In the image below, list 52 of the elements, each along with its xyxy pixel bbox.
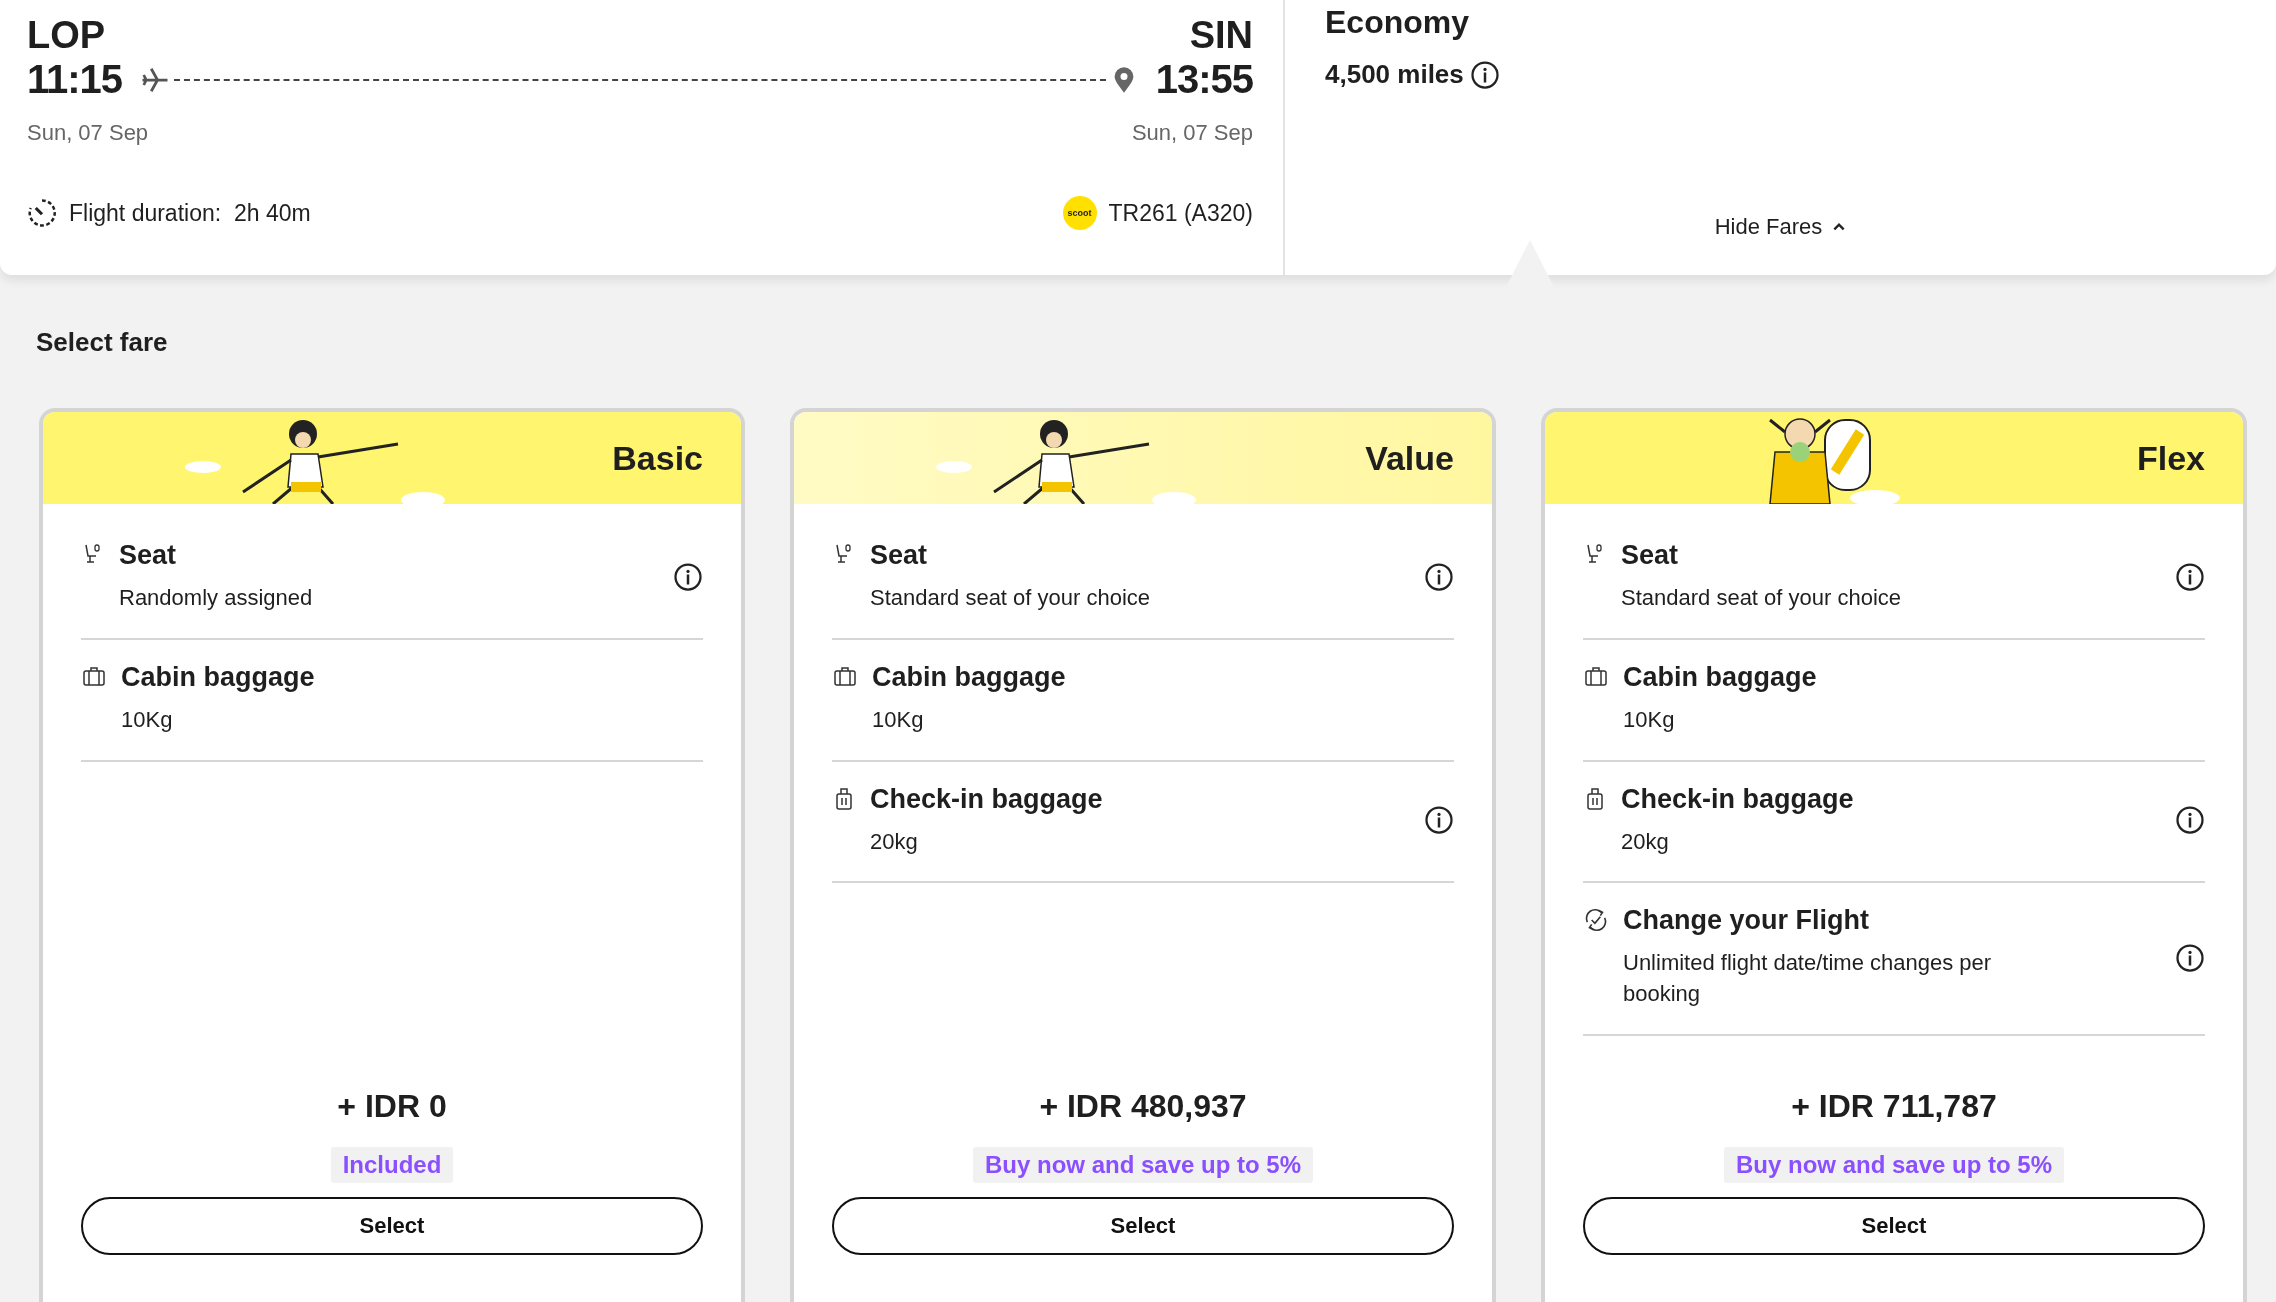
- feature-title: Seat: [119, 540, 177, 571]
- feature-detail: 20kg: [870, 827, 919, 856]
- timer-icon: [27, 198, 57, 228]
- feature-detail: 10Kg: [121, 705, 174, 734]
- info-icon[interactable]: [1424, 805, 1454, 836]
- feature-detail: Standard seat of your choice: [1621, 584, 1903, 612]
- feature-detail: 10Kg: [1623, 705, 1676, 734]
- info-icon[interactable]: [1469, 59, 1500, 90]
- departure-time: 11:15: [27, 57, 123, 102]
- feature-detail: 20kg: [1621, 827, 1670, 856]
- fare-name: Value: [1365, 438, 1454, 478]
- feature-detail: Standard seat of your choice: [870, 584, 1152, 612]
- feature-title: Cabin baggage: [1623, 661, 1817, 693]
- destination-code: SIN: [1189, 14, 1253, 57]
- feature-detail: Randomly assigned: [119, 584, 314, 612]
- fare-note: Included: [330, 1147, 454, 1183]
- departure-date: Sun, 07 Sep: [27, 120, 149, 146]
- select-button[interactable]: Select: [1583, 1197, 2205, 1255]
- info-icon[interactable]: [2175, 561, 2205, 592]
- feature-detail: 10Kg: [872, 705, 925, 734]
- refresh-check-icon: [1583, 907, 1609, 934]
- info-icon[interactable]: [2175, 942, 2205, 973]
- feature-title: Cabin baggage: [121, 661, 315, 693]
- airline-logo: scoot: [1062, 196, 1097, 230]
- fare-price: + IDR 711,787: [1791, 1088, 1997, 1125]
- hide-fares-toggle[interactable]: Hide Fares: [1706, 210, 1855, 244]
- feature-title: Change your Flight: [1623, 905, 1869, 937]
- arrival-time: 13:55: [1155, 57, 1253, 102]
- fare-note: Buy now and save up to 5%: [1723, 1147, 2065, 1183]
- select-button[interactable]: Select: [832, 1197, 1454, 1255]
- feature-title: Check-in baggage: [1621, 783, 1854, 815]
- feature-title: Seat: [1621, 540, 1679, 571]
- fare-note: Buy now and save up to 5%: [972, 1147, 1314, 1183]
- fare-price: + IDR 480,937: [1039, 1088, 1247, 1125]
- arrival-date: Sun, 07 Sep: [1131, 120, 1253, 146]
- info-icon[interactable]: [673, 561, 703, 592]
- info-icon[interactable]: [2175, 805, 2205, 836]
- feature-title: Check-in baggage: [870, 783, 1103, 815]
- section-title: Select fare: [35, 326, 168, 358]
- fare-name: Basic: [612, 438, 703, 478]
- miles-earned: 4,500 miles: [1325, 59, 1464, 90]
- origin-code: LOP: [27, 14, 106, 57]
- feature-detail: Unlimited flight date/time changes per booking: [1623, 949, 1993, 1009]
- feature-title: Seat: [870, 540, 928, 571]
- info-icon[interactable]: [1424, 561, 1454, 592]
- fare-name: Flex: [2136, 438, 2205, 478]
- feature-title: Cabin baggage: [872, 661, 1066, 693]
- flight-number: TR261 (A320): [1108, 199, 1253, 227]
- cabin-class: Economy: [1325, 4, 1471, 41]
- flight-duration: Flight duration: 2h 40m: [69, 199, 311, 227]
- fare-price: + IDR 0: [337, 1088, 447, 1125]
- select-button[interactable]: Select: [81, 1197, 703, 1255]
